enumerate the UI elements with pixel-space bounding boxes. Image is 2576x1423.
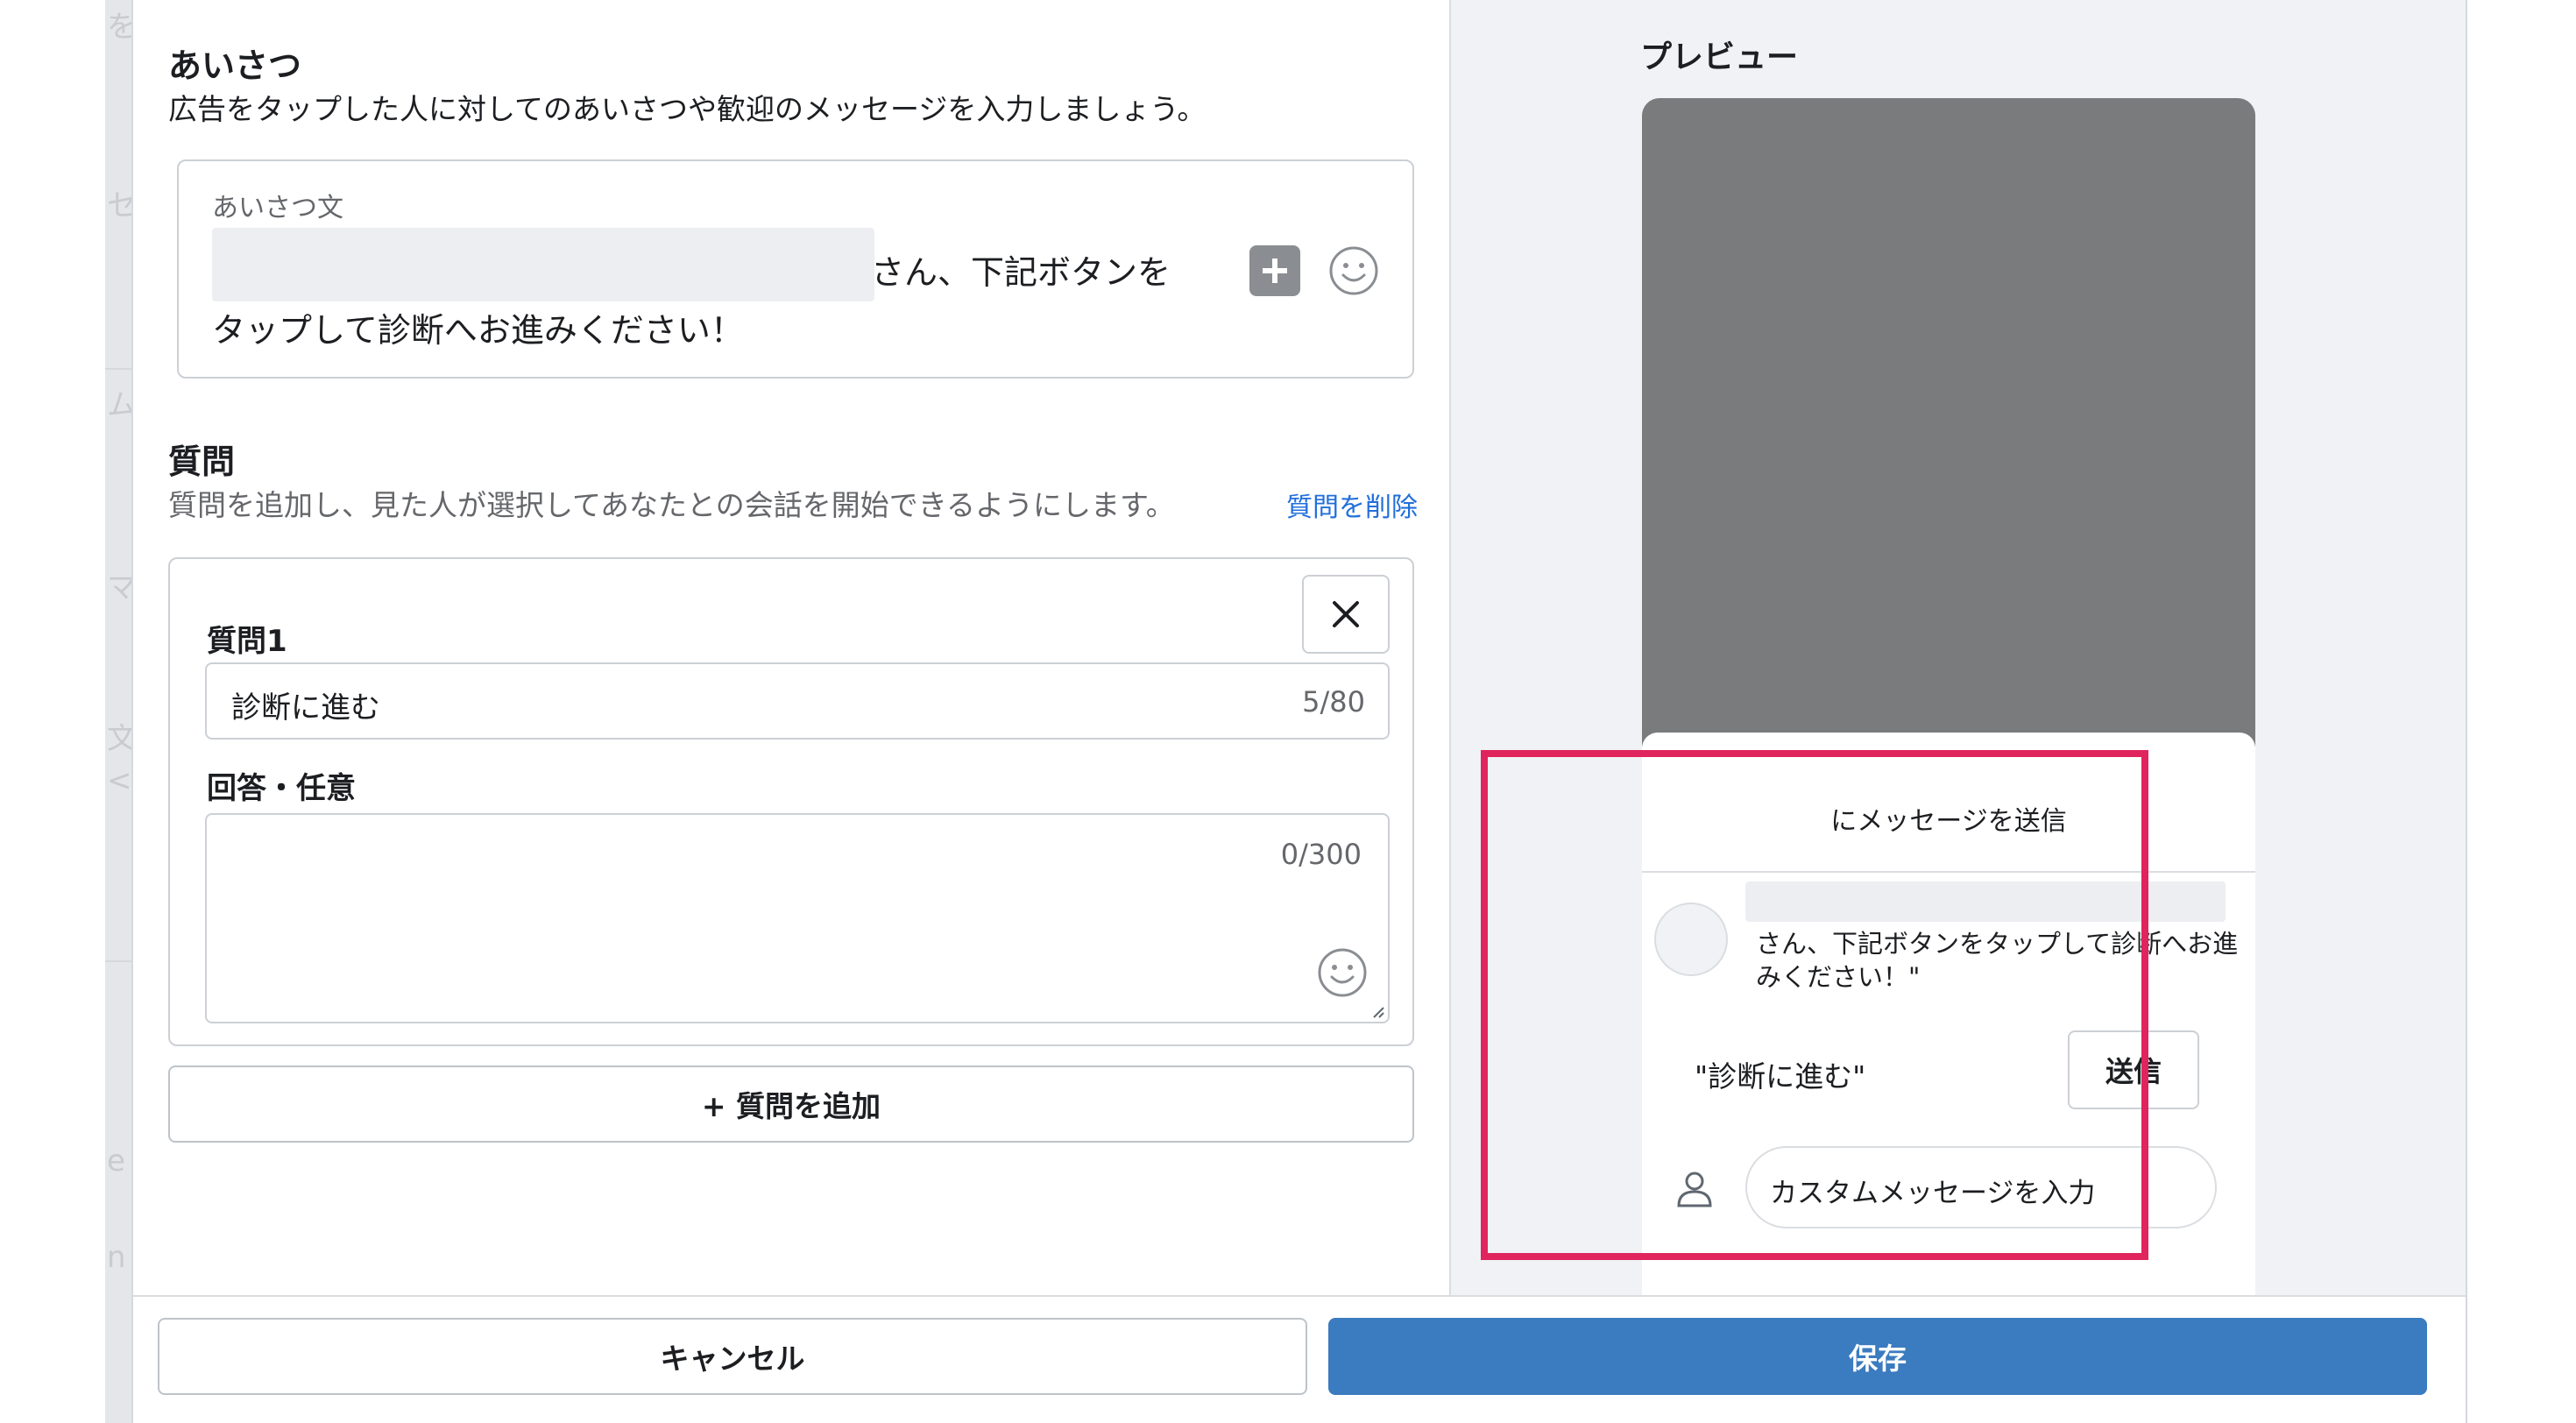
save-button[interactable]: 保存 [1328, 1318, 2427, 1395]
avatar [1654, 903, 1728, 976]
greeting-description: 広告をタップした人に対してのあいさつや歓迎のメッセージを入力しましょう。 [168, 92, 1207, 126]
add-question-button[interactable]: + 質問を追加 [168, 1065, 1414, 1143]
greeting-title: あいさつ [168, 46, 302, 85]
background-text: n [107, 1242, 126, 1272]
emoji-button[interactable] [1328, 245, 1379, 296]
question-card: 質問1 診断に進む 5/80 回答・任意 0/300 [168, 557, 1414, 1046]
message-template-dialog: あいさつ 広告をタップした人に対してのあいさつや歓迎のメッセージを入力しましょう… [131, 0, 2467, 1423]
redacted-name [1745, 881, 2226, 922]
greeting-text-line1: さん、下記ボタンを [871, 253, 1171, 292]
preview-card-header: にメッセージを送信 [1642, 733, 2255, 873]
add-personalization-button[interactable] [1249, 245, 1300, 296]
form-pane: あいさつ 広告をタップした人に対してのあいさつや歓迎のメッセージを入力しましょう… [133, 0, 1449, 1295]
plus-icon [1263, 258, 1287, 283]
preview-send-button[interactable]: 送信 [2068, 1030, 2199, 1109]
redacted-name [212, 228, 874, 301]
background-text: セ [107, 191, 131, 221]
page-margin-right [2467, 0, 2576, 1423]
background-text: < [107, 766, 131, 796]
remove-question-button[interactable] [1302, 575, 1390, 654]
question-char-count: 5/80 [1302, 685, 1365, 719]
question-input[interactable]: 診断に進む 5/80 [205, 662, 1390, 740]
greeting-field-label: あいさつ文 [212, 193, 343, 223]
preview-custom-message-input[interactable]: カスタムメッセージを入力 [1745, 1146, 2217, 1228]
resize-handle-icon[interactable] [1370, 1004, 1384, 1018]
background-text: ム [107, 391, 131, 421]
preview-greeting-text: さん、下記ボタンをタップして診断へお進みください！" [1756, 929, 2239, 992]
greeting-field[interactable]: あいさつ文 さん、下記ボタンを タップして診断へお進みください！ [177, 159, 1414, 379]
question-label: 質問1 [207, 624, 287, 659]
close-icon [1333, 601, 1359, 627]
cancel-button[interactable]: キャンセル [158, 1318, 1307, 1395]
smiley-icon[interactable] [1316, 946, 1369, 999]
question-value: 診断に進む [231, 690, 380, 726]
background-text: 文 [107, 724, 131, 754]
background-text: マ [107, 573, 131, 603]
background-text: を [107, 12, 131, 42]
background-divider [105, 960, 131, 962]
greeting-text-line2: タップして診断へお進みください！ [212, 311, 744, 350]
delete-questions-link[interactable]: 質問を削除 [1286, 485, 1418, 524]
dialog-footer: キャンセル 保存 [133, 1295, 2466, 1423]
background-divider [105, 368, 131, 370]
preview-title: プレビュー [1640, 39, 1799, 75]
answer-label: 回答・任意 [207, 771, 356, 806]
answer-char-count: 0/300 [1280, 838, 1362, 871]
background-text: e [107, 1146, 125, 1176]
preview-custom-message-placeholder: カスタムメッセージを入力 [1770, 1178, 2096, 1209]
questions-description: 質問を追加し、見た人が選択してあなたとの会話を開始できるようにします。 [168, 488, 1175, 522]
smiley-icon [1329, 246, 1378, 295]
preview-ad-image [1642, 98, 2255, 747]
preview-header-text: にメッセージを送信 [1830, 806, 2067, 837]
questions-title: 質問 [168, 442, 236, 481]
preview-quick-reply: "診断に進む" [1695, 1059, 1866, 1094]
person-icon [1677, 1172, 1712, 1207]
answer-textarea[interactable]: 0/300 [205, 813, 1390, 1023]
preview-pane: プレビュー にメッセージを送信 さん、下記ボタンをタップして診断へお進みください… [1449, 0, 2466, 1295]
preview-message-card: にメッセージを送信 さん、下記ボタンをタップして診断へお進みください！" "診断… [1642, 733, 2255, 1295]
page-margin-left [0, 0, 105, 1423]
